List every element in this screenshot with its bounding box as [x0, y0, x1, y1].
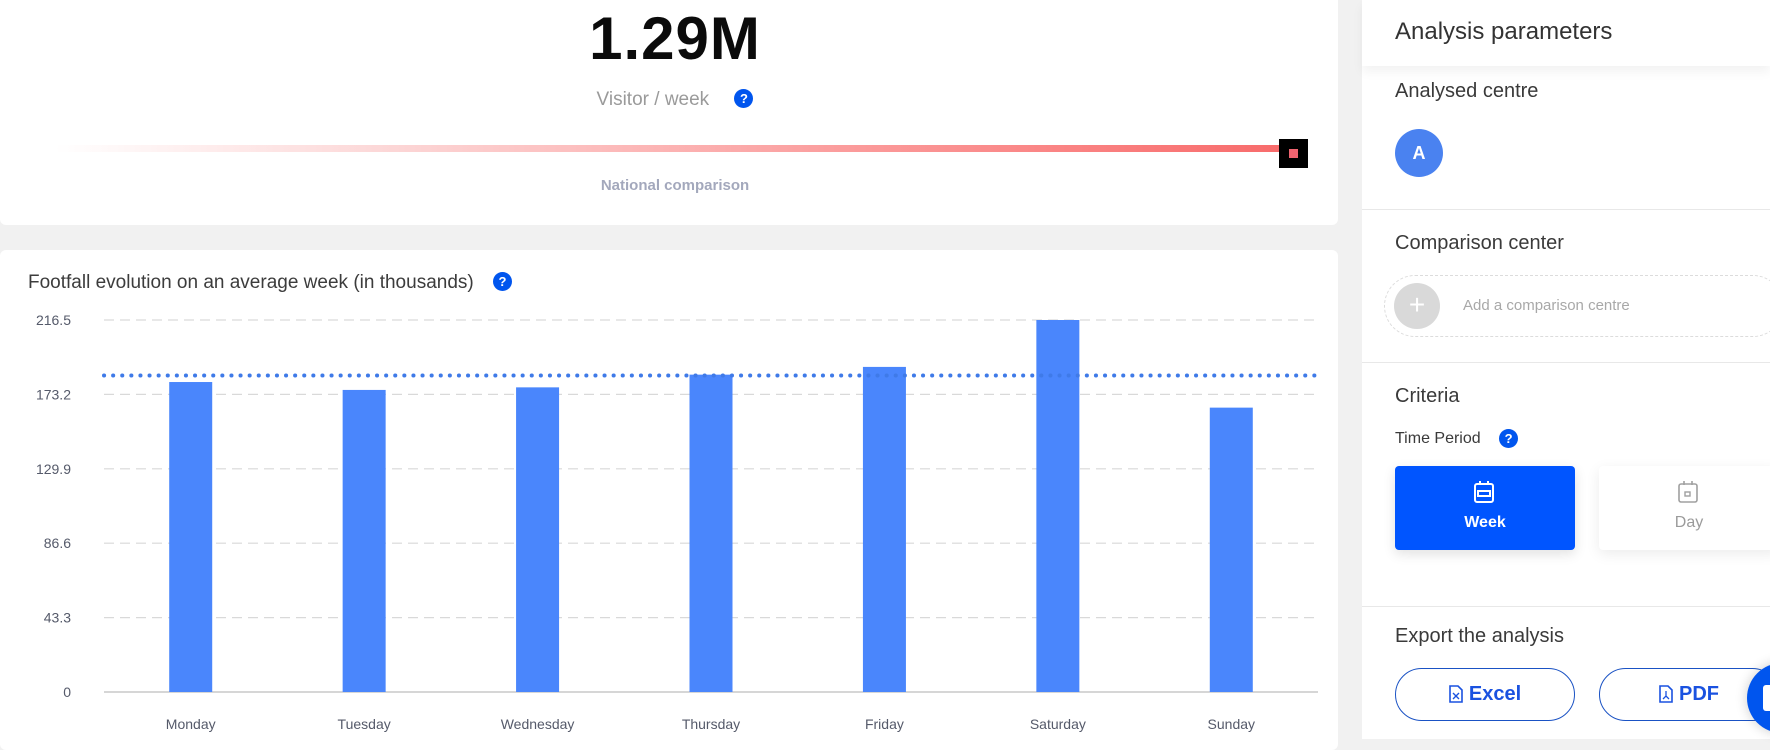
day-label: Day	[1674, 514, 1704, 531]
bar-sunday	[1209, 407, 1253, 692]
bar-friday	[862, 366, 906, 692]
pdf-file-icon	[1659, 685, 1673, 703]
bar-wednesday	[516, 387, 560, 692]
footfall-bar-chart: 0 43.3 86.6 129.9 173.2 216.5 Monday Tuesday Wed…	[36, 312, 1320, 732]
time-period-week-button[interactable]: Week	[1395, 466, 1575, 550]
week-label: Week	[1464, 514, 1506, 531]
export-pdf-button[interactable]: PDF	[1599, 668, 1770, 721]
kpi-unit-row: Visitor / week ?	[0, 89, 1350, 111]
kpi-unit-label: Visitor / week	[596, 89, 710, 110]
y-tick-label: 129.9	[36, 461, 71, 477]
analysis-parameters-panel: Analysis parameters Analysed centre A Co…	[1362, 0, 1770, 739]
time-period-row: Time Period ?	[1395, 429, 1519, 448]
national-comparison-label: National comparison	[600, 177, 750, 194]
x-tick-label: Friday	[865, 716, 904, 732]
bar-tuesday	[342, 389, 386, 692]
panel-header: Analysis parameters	[1362, 0, 1770, 66]
y-tick-label: 86.6	[44, 535, 71, 551]
x-tick-label: Tuesday	[338, 716, 391, 732]
divider	[1362, 606, 1770, 607]
x-tick-label: Wednesday	[501, 716, 575, 732]
calendar-week-icon	[1474, 481, 1494, 503]
pdf-label: PDF	[1679, 683, 1719, 705]
gauge-marker	[1279, 139, 1308, 168]
add-comparison-label: Add a comparison centre	[1463, 297, 1630, 314]
panel-title: Analysis parameters	[1395, 18, 1613, 45]
footfall-chart-card: Footfall evolution on an average week (i…	[0, 250, 1338, 750]
add-comparison-centre-button[interactable]: + Add a comparison centre	[1384, 275, 1770, 337]
export-excel-button[interactable]: Excel	[1395, 668, 1575, 721]
analysed-centre-avatar[interactable]: A	[1395, 129, 1443, 177]
bar-monday	[169, 382, 213, 692]
x-tick-label: Monday	[166, 716, 216, 732]
help-icon[interactable]: ?	[1499, 429, 1519, 448]
divider	[1362, 362, 1770, 363]
calendar-day-icon	[1678, 481, 1698, 503]
national-comparison-gauge	[55, 145, 1293, 152]
y-tick-label: 43.3	[44, 610, 71, 626]
y-tick-label: 216.5	[36, 312, 71, 328]
y-tick-label: 0	[63, 684, 71, 700]
y-tick-label: 173.2	[36, 386, 71, 402]
x-tick-label: Sunday	[1208, 716, 1255, 732]
excel-file-icon	[1449, 685, 1463, 703]
export-title: Export the analysis	[1395, 625, 1564, 647]
x-tick-label: Thursday	[682, 716, 740, 732]
bar-thursday	[689, 374, 733, 692]
time-period-day-button[interactable]: Day	[1599, 466, 1770, 550]
analysed-centre-title: Analysed centre	[1395, 80, 1539, 102]
divider	[1362, 209, 1770, 210]
plus-icon: +	[1394, 283, 1440, 329]
kpi-card: 1.29M Visitor / week ? National comparis…	[0, 0, 1338, 225]
time-period-label: Time Period	[1395, 430, 1481, 447]
excel-label: Excel	[1468, 683, 1522, 705]
visitors-per-week-value: 1.29M	[589, 5, 761, 72]
x-tick-label: Saturday	[1030, 716, 1086, 732]
help-icon[interactable]: ?	[734, 89, 754, 108]
criteria-title: Criteria	[1395, 385, 1460, 407]
comparison-center-title: Comparison center	[1395, 232, 1564, 254]
